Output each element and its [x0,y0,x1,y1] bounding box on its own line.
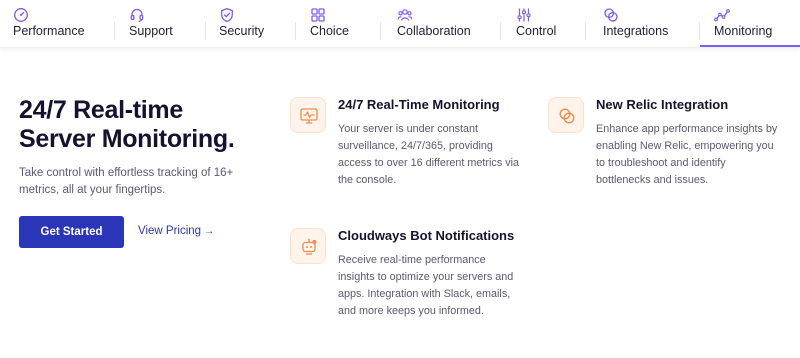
page-title: 24/7 Real-time Server Monitoring. [19,96,279,154]
tab-label: Security [219,24,265,38]
page-title-line2: Server Monitoring. [19,125,235,153]
tab-label: Collaboration [397,24,471,38]
tab-label: Support [129,24,173,38]
tab-label: Monitoring [714,24,773,38]
tab-monitoring[interactable]: Monitoring [700,0,800,48]
feature-title: 24/7 Real-Time Monitoring [338,97,500,112]
tab-security[interactable]: Security [205,0,295,48]
tab-label: Choice [310,24,349,38]
tab-label: Integrations [603,24,669,38]
feature-title: New Relic Integration [596,97,729,112]
feature-description: Receive real-time performance insights t… [338,254,514,317]
tab-performance[interactable]: Performance [0,0,115,48]
tab-collaboration[interactable]: Collaboration [380,0,500,48]
feature-bot-notifications: Cloudways Bot Notifications Receive real… [290,228,530,328]
gauge-icon [13,7,29,23]
headset-icon [129,7,145,23]
new-relic-icon [548,97,584,133]
feature-realtime-monitoring: 24/7 Real-Time Monitoring Your server is… [290,97,530,197]
graph-icon [714,7,730,23]
sliders-icon [516,7,532,23]
view-pricing-label: View Pricing [138,225,202,237]
shield-icon [219,7,235,23]
page-title-line1: 24/7 Real-time [19,96,183,124]
tab-choice[interactable]: Choice [295,0,380,48]
feature-new-relic: New Relic Integration Enhance app perfor… [548,97,788,197]
feature-tabbar: Performance Support Security Choice Coll… [0,0,800,48]
team-icon [397,7,413,23]
tab-control[interactable]: Control [500,0,585,48]
monitor-icon [290,97,326,133]
active-tab-indicator [700,45,800,47]
link-icon [603,7,619,23]
tab-label: Control [516,24,557,38]
arrow-right-icon: → [204,226,215,237]
tab-label: Performance [13,24,85,38]
feature-description: Your server is under constant surveillan… [338,123,520,186]
grid-icon [310,7,326,23]
tab-support[interactable]: Support [115,0,205,48]
get-started-button[interactable]: Get Started [19,216,124,248]
tab-integrations[interactable]: Integrations [585,0,700,48]
feature-title: Cloudways Bot Notifications [338,228,515,243]
feature-description: Enhance app performance insights by enab… [596,123,778,186]
bot-icon [290,228,326,264]
view-pricing-link[interactable]: View Pricing → [138,225,214,237]
page-subtitle: Take control with effortless tracking of… [19,167,234,196]
